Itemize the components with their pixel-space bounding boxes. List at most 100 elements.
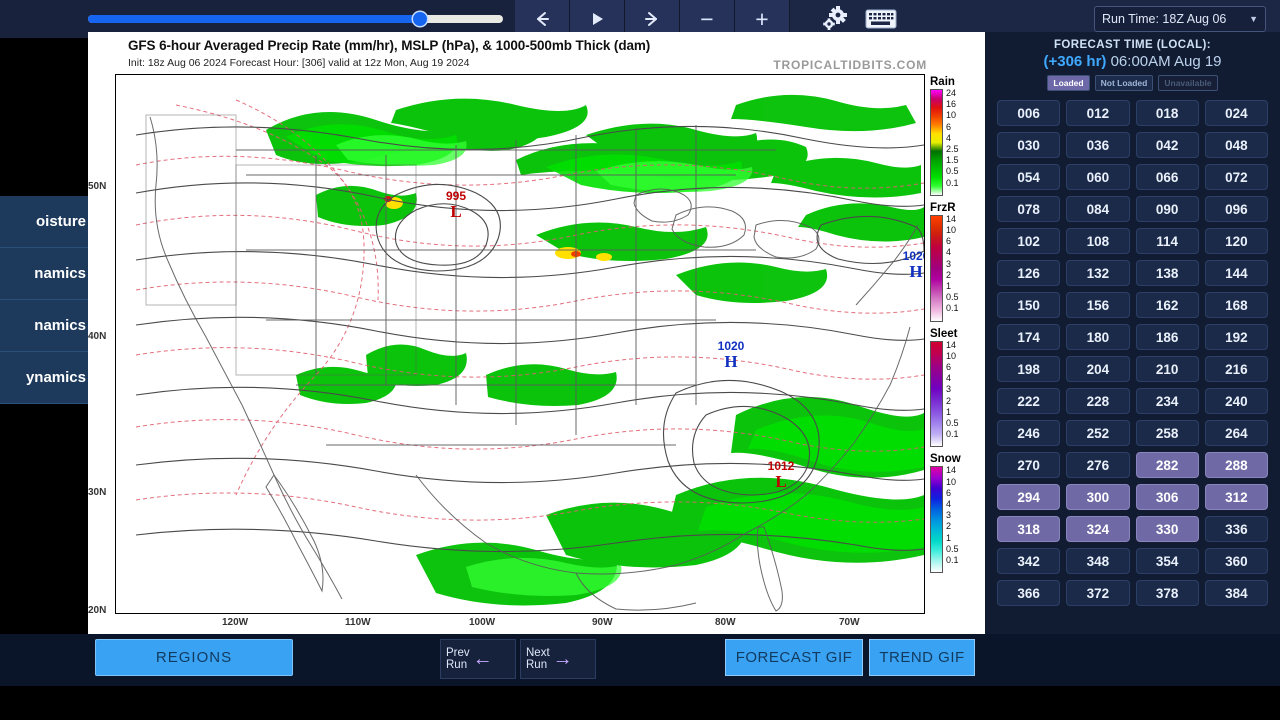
colorbar-sleet: Sleet 14 10 6 4 3 2 1 0.5 0.1 xyxy=(930,328,984,448)
arrow-left-icon: ← xyxy=(472,647,493,670)
forecast-hour-cell[interactable]: 108 xyxy=(1066,228,1130,254)
forecast-hour-cell[interactable]: 120 xyxy=(1204,228,1268,254)
forecast-hour-cell[interactable]: 006 xyxy=(997,100,1061,126)
flyout-item-3[interactable]: ynamics xyxy=(0,352,88,404)
run-time-select[interactable]: Run Time: 18Z Aug 06 ▼ xyxy=(1094,6,1266,32)
forecast-hour-cell[interactable]: 324 xyxy=(1066,516,1130,542)
forecast-hour-cell[interactable]: 360 xyxy=(1204,548,1268,574)
prev-run-button[interactable]: Prev Run ← xyxy=(440,639,516,679)
forecast-hour-cell[interactable]: 180 xyxy=(1066,324,1130,350)
forecast-hour-cell[interactable]: 204 xyxy=(1066,356,1130,382)
forecast-hour-cell[interactable]: 090 xyxy=(1135,196,1199,222)
forecast-hour-cell[interactable]: 174 xyxy=(997,324,1061,350)
forecast-hour-cell[interactable]: 246 xyxy=(997,420,1061,446)
forecast-hour-cell[interactable]: 318 xyxy=(997,516,1061,542)
map-plot-area[interactable]: 995L1020H1020H1012L xyxy=(115,74,925,614)
forecast-hour-cell[interactable]: 378 xyxy=(1135,580,1199,606)
forecast-hour-cell[interactable]: 252 xyxy=(1066,420,1130,446)
forecast-hour-cell[interactable]: 288 xyxy=(1204,452,1268,478)
forecast-hour-cell[interactable]: 330 xyxy=(1135,516,1199,542)
lon-label: 120W xyxy=(222,617,249,628)
colorbar-title: FrzR xyxy=(930,201,956,214)
forecast-hour-cell[interactable]: 012 xyxy=(1066,100,1130,126)
regions-button[interactable]: REGIONS xyxy=(95,639,293,676)
forecast-hour-cell[interactable]: 132 xyxy=(1066,260,1130,286)
progress-slider[interactable] xyxy=(88,12,503,26)
forecast-hour-cell[interactable]: 156 xyxy=(1066,292,1130,318)
forecast-hour-cell[interactable]: 150 xyxy=(997,292,1061,318)
flyout-item-1[interactable]: namics xyxy=(0,248,88,300)
forecast-hour-cell[interactable]: 258 xyxy=(1135,420,1199,446)
latitude-axis: 50N 40N 30N 20N xyxy=(88,74,115,616)
trend-gif-button[interactable]: TREND GIF xyxy=(869,639,975,676)
forecast-hour-cell[interactable]: 306 xyxy=(1135,484,1199,510)
letterbox-bottom xyxy=(0,686,1280,720)
forecast-hour-cell[interactable]: 060 xyxy=(1066,164,1130,190)
forecast-hour-cell[interactable]: 198 xyxy=(997,356,1061,382)
forecast-hour-cell[interactable]: 018 xyxy=(1135,100,1199,126)
forecast-hour-cell[interactable]: 102 xyxy=(997,228,1061,254)
forecast-hour-cell[interactable]: 030 xyxy=(997,132,1061,158)
watermark: TROPICALTIDBITS.COM xyxy=(773,58,927,72)
next-run-label: Next Run xyxy=(526,646,550,671)
forecast-hour-cell[interactable]: 186 xyxy=(1135,324,1199,350)
forecast-hour-cell[interactable]: 276 xyxy=(1066,452,1130,478)
forecast-hour-cell[interactable]: 084 xyxy=(1066,196,1130,222)
forecast-hour-cell[interactable]: 168 xyxy=(1204,292,1268,318)
forecast-hour-cell[interactable]: 138 xyxy=(1135,260,1199,286)
forecast-hour-cell[interactable]: 210 xyxy=(1135,356,1199,382)
colorbar-tick: 0.1 xyxy=(946,303,959,314)
forecast-hour-cell[interactable]: 114 xyxy=(1135,228,1199,254)
forecast-hour-cell[interactable]: 342 xyxy=(997,548,1061,574)
colorbar-rain: Rain 24 16 10 6 4 2.5 1.5 0.5 0.1 xyxy=(930,76,984,196)
forecast-hour-cell[interactable]: 126 xyxy=(997,260,1061,286)
colorbar-tick: 0.1 xyxy=(946,429,959,440)
forecast-hour-cell[interactable]: 066 xyxy=(1135,164,1199,190)
forecast-hour-cell[interactable]: 024 xyxy=(1204,100,1268,126)
colorbar-title: Rain xyxy=(930,76,955,88)
keyboard-icon xyxy=(865,9,897,29)
forecast-hour-cell[interactable]: 294 xyxy=(997,484,1061,510)
forecast-hour-cell[interactable]: 048 xyxy=(1204,132,1268,158)
forecast-hour-grid[interactable]: 006 012 018 024 030 036 042 048 054 060 066 072 078 0… xyxy=(985,91,1280,606)
forecast-hour-cell[interactable]: 240 xyxy=(1204,388,1268,414)
forecast-hour-cell[interactable]: 384 xyxy=(1204,580,1268,606)
forecast-hour-cell[interactable]: 096 xyxy=(1204,196,1268,222)
forecast-hour-cell[interactable]: 162 xyxy=(1135,292,1199,318)
pressure-value: 1020 xyxy=(903,249,924,263)
flyout-item-2[interactable]: namics xyxy=(0,300,88,352)
forecast-gif-button[interactable]: FORECAST GIF xyxy=(725,639,863,676)
forecast-hour-cell[interactable]: 300 xyxy=(1066,484,1130,510)
forecast-hour-cell[interactable]: 228 xyxy=(1066,388,1130,414)
prev-run-label: Prev Run xyxy=(446,646,470,671)
forecast-hour-cell[interactable]: 036 xyxy=(1066,132,1130,158)
forecast-hour-cell[interactable]: 348 xyxy=(1066,548,1130,574)
flyout-item-0[interactable]: oisture xyxy=(0,196,88,248)
left-flyout-menu[interactable]: oisture namics namics ynamics xyxy=(0,196,88,404)
forecast-hour-cell[interactable]: 078 xyxy=(997,196,1061,222)
forecast-hour-cell[interactable]: 234 xyxy=(1135,388,1199,414)
forecast-hour-cell[interactable]: 216 xyxy=(1204,356,1268,382)
forecast-hour-cell[interactable]: 312 xyxy=(1204,484,1268,510)
forecast-hour-cell[interactable]: 264 xyxy=(1204,420,1268,446)
forecast-hour-cell[interactable]: 072 xyxy=(1204,164,1268,190)
forecast-hour-cell[interactable]: 336 xyxy=(1204,516,1268,542)
forecast-hour-cell[interactable]: 372 xyxy=(1066,580,1130,606)
forecast-hour-cell[interactable]: 354 xyxy=(1135,548,1199,574)
colorbar-ticks: 14 10 6 4 3 2 1 0.5 0.1 xyxy=(946,340,959,448)
colorbar-ticks: 24 16 10 6 4 2.5 1.5 0.5 0.1 xyxy=(946,88,959,196)
forecast-hour-cell[interactable]: 270 xyxy=(997,452,1061,478)
forecast-hour-cell[interactable]: 222 xyxy=(997,388,1061,414)
forecast-hour-cell[interactable]: 192 xyxy=(1204,324,1268,350)
forecast-hour-cell[interactable]: 144 xyxy=(1204,260,1268,286)
forecast-hour-cell[interactable]: 366 xyxy=(997,580,1061,606)
pressure-symbol: L xyxy=(450,202,461,221)
forecast-hour-cell[interactable]: 054 xyxy=(997,164,1061,190)
slider-knob[interactable] xyxy=(413,12,427,26)
forecast-valid-time: (+306 hr) 06:00AM Aug 19 xyxy=(985,51,1280,70)
run-time-label: Run Time: 18Z Aug 06 xyxy=(1102,12,1227,26)
forecast-hour-cell[interactable]: 042 xyxy=(1135,132,1199,158)
next-run-button[interactable]: Next Run → xyxy=(520,639,596,679)
forecast-hour-cell[interactable]: 282 xyxy=(1135,452,1199,478)
pressure-symbol: H xyxy=(724,352,737,371)
